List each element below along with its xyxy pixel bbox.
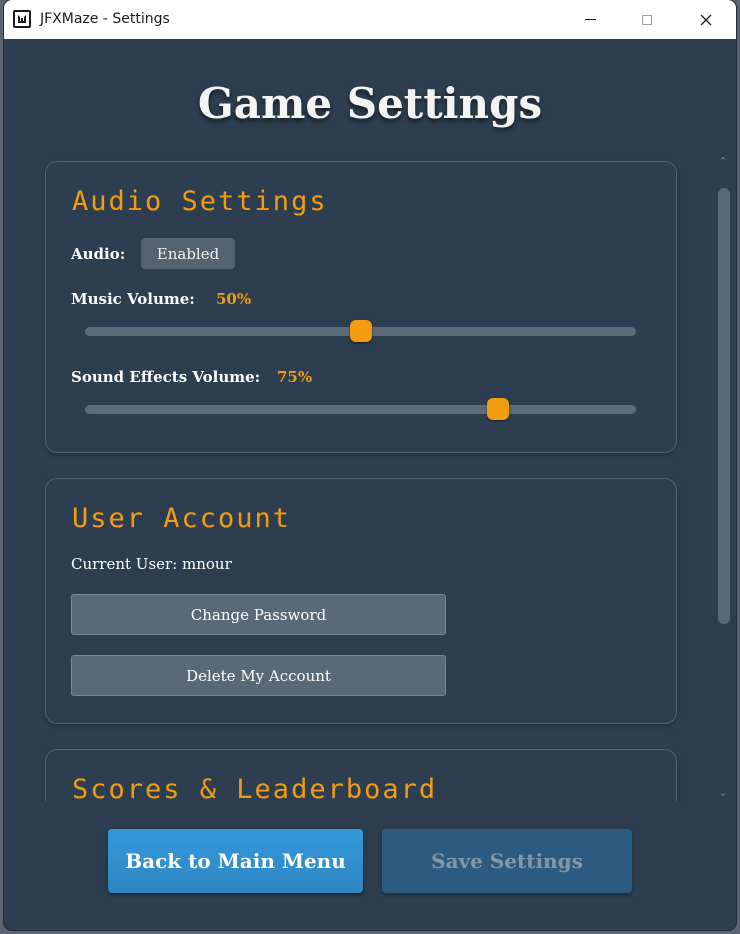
scores-leaderboard-card: Scores & Leaderboard [45, 749, 677, 801]
music-volume-label: Music Volume: [71, 290, 195, 308]
title-bar[interactable]: JFXMaze - Settings [4, 0, 736, 39]
delete-account-button[interactable]: Delete My Account [71, 655, 446, 696]
minimize-button[interactable] [567, 0, 613, 39]
audio-settings-card: Audio Settings Audio: Enabled Music Volu… [45, 161, 677, 453]
back-to-main-menu-button[interactable]: Back to Main Menu [108, 829, 363, 893]
close-icon [700, 14, 712, 25]
audio-toggle-button[interactable]: Enabled [141, 238, 235, 269]
audio-settings-heading: Audio Settings [72, 186, 328, 217]
music-volume-slider-thumb[interactable] [349, 320, 372, 342]
sfx-volume-label: Sound Effects Volume: [71, 368, 261, 386]
save-settings-button[interactable]: Save Settings [382, 829, 632, 893]
change-password-button[interactable]: Change Password [71, 594, 446, 635]
scores-leaderboard-heading: Scores & Leaderboard [72, 774, 438, 801]
maximize-button[interactable] [624, 0, 670, 39]
maze-app-icon [13, 10, 31, 28]
page-title: Game Settings [197, 79, 543, 128]
settings-window: JFXMaze - Settings Game Settings Audio S… [4, 0, 736, 930]
user-account-heading: User Account [72, 503, 292, 534]
window-title: JFXMaze - Settings [40, 11, 170, 27]
maximize-icon [642, 14, 652, 25]
user-account-card: User Account Current User: mnour Change … [45, 478, 677, 724]
music-volume-slider[interactable] [85, 320, 636, 342]
current-user-text: Current User: mnour [71, 555, 232, 573]
settings-scroll-area[interactable]: Audio Settings Audio: Enabled Music Volu… [4, 150, 736, 801]
scroll-up-icon[interactable]: ⌃ [714, 155, 732, 171]
close-button[interactable] [683, 0, 729, 39]
music-volume-value: 50% [216, 290, 252, 308]
vertical-scrollbar[interactable]: ⌃ ⌄ [714, 150, 732, 801]
scroll-down-icon[interactable]: ⌄ [714, 786, 732, 802]
sfx-volume-slider-thumb[interactable] [487, 398, 510, 420]
audio-label: Audio: [71, 245, 126, 263]
footer-bar: Back to Main Menu Save Settings [4, 801, 736, 930]
minimize-icon [584, 19, 596, 20]
sfx-volume-value: 75% [277, 368, 313, 386]
sfx-volume-slider[interactable] [85, 398, 636, 420]
scrollbar-thumb[interactable] [718, 188, 730, 624]
